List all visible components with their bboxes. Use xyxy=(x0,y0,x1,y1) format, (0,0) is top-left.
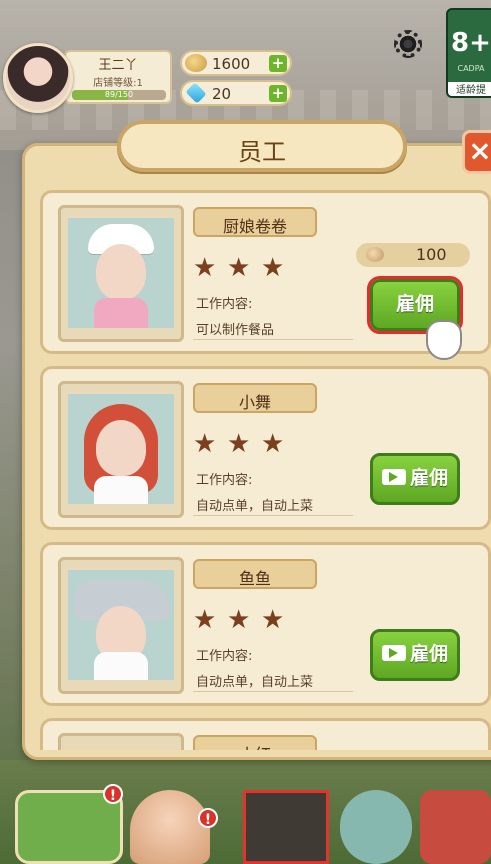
xp-progress-bar: 89/150 xyxy=(72,90,166,100)
age-tip: 适龄提 xyxy=(448,82,491,96)
video-icon xyxy=(381,469,406,485)
add-coins-button[interactable]: + xyxy=(269,55,287,72)
shop-level-label: 店铺等级:1 xyxy=(93,78,143,89)
staff-card: 厨娘卷卷 ★ ★ ★ 工作内容: 可以制作餐品 100 雇佣 xyxy=(40,190,491,360)
hire-video-button[interactable]: 雇佣 xyxy=(370,629,460,681)
cost-amount: 100 xyxy=(416,245,447,264)
player-avatar[interactable] xyxy=(3,43,73,113)
gear-icon[interactable] xyxy=(394,30,422,58)
bottom-menu-cake[interactable] xyxy=(130,790,210,864)
chef-girl-portrait xyxy=(68,218,174,328)
face xyxy=(96,420,146,476)
bottom-menu-more[interactable] xyxy=(420,790,491,864)
staff-name-plate: 厨娘卷卷 xyxy=(193,207,317,237)
dialog-title: 员工 xyxy=(238,138,286,166)
job-label: 工作内容: xyxy=(196,649,253,664)
staff-name: 厨娘卷卷 xyxy=(222,217,287,236)
star-rating: ★ ★ ★ xyxy=(193,607,303,635)
staff-name-plate: 小红 xyxy=(193,735,317,750)
coin-icon xyxy=(366,247,384,262)
coin-icon xyxy=(185,54,207,72)
staff-card: 小红 xyxy=(40,718,491,750)
hire-label: 雇佣 xyxy=(409,643,448,665)
staff-card: 鱼鱼 ★ ★ ★ 工作内容: 自动点单，自动上菜 雇佣 xyxy=(40,542,491,706)
staff-portrait xyxy=(58,381,184,518)
staff-list[interactable]: 厨娘卷卷 ★ ★ ★ 工作内容: 可以制作餐品 100 雇佣 小舞 ★ ★ ★ … xyxy=(40,190,491,750)
star-icon: ★ xyxy=(193,605,217,635)
star-icon: ★ xyxy=(261,605,285,635)
player-name: 王二丫 xyxy=(98,58,138,73)
bunny-girl-portrait xyxy=(68,394,174,504)
staff-name-plate: 小舞 xyxy=(193,383,317,413)
bottom-menu-phone[interactable] xyxy=(340,790,412,864)
staff-card: 小舞 ★ ★ ★ 工作内容: 自动点单，自动上菜 雇佣 xyxy=(40,366,491,530)
job-description: 自动点单，自动上菜 xyxy=(196,675,314,690)
age-rating-badge[interactable]: 8+ CADPA 适龄提 xyxy=(446,8,491,98)
staff-name: 小红 xyxy=(195,741,315,750)
close-icon[interactable]: × xyxy=(462,130,491,174)
bottom-menu-staff[interactable] xyxy=(243,790,329,864)
coin-counter: 1600 + xyxy=(180,50,292,76)
staff-portrait xyxy=(58,733,184,750)
player-info-panel[interactable]: 王二丫 店铺等级:1 89/150 xyxy=(64,50,172,104)
star-rating: ★ ★ ★ xyxy=(193,431,303,459)
gem-icon xyxy=(185,82,207,104)
alert-badge: ! xyxy=(198,808,218,828)
gem-counter: 20 + xyxy=(180,80,292,106)
staff-name: 鱼鱼 xyxy=(238,569,271,588)
star-icon: ★ xyxy=(193,253,217,283)
star-icon: ★ xyxy=(261,253,285,283)
job-label: 工作内容: xyxy=(196,473,253,488)
age-rating: 8+ xyxy=(451,28,491,58)
coin-amount: 1600 xyxy=(212,55,251,73)
gem-amount: 20 xyxy=(212,85,232,103)
alert-badge: ! xyxy=(103,784,123,804)
face xyxy=(96,244,146,300)
hire-cost: 100 xyxy=(356,243,470,267)
star-icon: ★ xyxy=(227,253,251,283)
staff-name-plate: 鱼鱼 xyxy=(193,559,317,589)
job-description: 可以制作餐品 xyxy=(196,323,275,338)
job-description: 自动点单，自动上菜 xyxy=(196,499,314,514)
star-icon: ★ xyxy=(227,429,251,459)
age-org: CADPA xyxy=(457,64,485,73)
outfit xyxy=(94,476,148,504)
divider xyxy=(193,339,353,340)
star-rating: ★ ★ ★ xyxy=(193,255,303,283)
hire-video-button[interactable]: 雇佣 xyxy=(370,453,460,505)
dialog-title-plate: 员工 xyxy=(117,120,407,172)
staff-portrait xyxy=(58,557,184,694)
star-icon: ★ xyxy=(227,605,251,635)
divider xyxy=(193,691,353,692)
fish-hat-portrait xyxy=(68,570,174,680)
job-label: 工作内容: xyxy=(196,297,253,312)
hire-label: 雇佣 xyxy=(409,467,448,489)
divider xyxy=(193,515,353,516)
outfit xyxy=(94,652,148,680)
apron xyxy=(94,298,148,328)
add-gems-button[interactable]: + xyxy=(269,85,287,102)
star-icon: ★ xyxy=(261,429,285,459)
video-icon xyxy=(381,645,406,661)
hand-pointer-icon xyxy=(426,320,462,360)
star-icon: ★ xyxy=(193,429,217,459)
xp-text: 89/150 xyxy=(104,90,134,99)
staff-name: 小舞 xyxy=(238,393,271,412)
staff-portrait xyxy=(58,205,184,342)
